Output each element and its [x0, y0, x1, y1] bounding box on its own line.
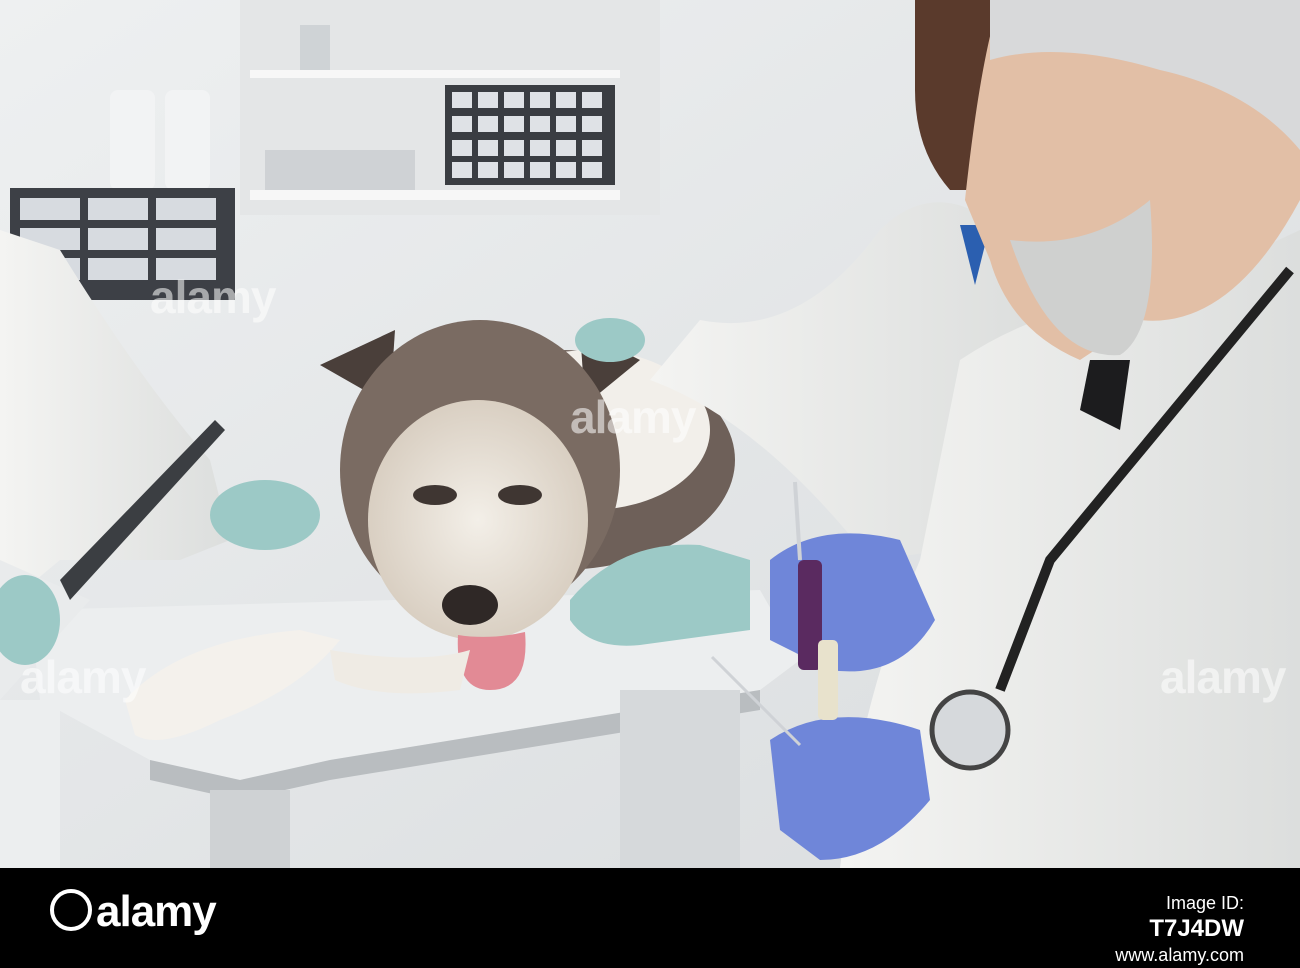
photo-illustration	[0, 0, 1300, 868]
stock-photo: alamy alamy alamy alamy	[0, 0, 1300, 868]
image-id-value: T7J4DW	[1149, 915, 1244, 942]
footer-bar: alamy Image ID: T7J4DW www.alamy.com	[0, 868, 1300, 965]
logo-text: alamy	[96, 887, 217, 936]
image-id-label: Image ID:	[1165, 893, 1244, 913]
alamy-logo-icon	[50, 889, 92, 932]
image-id-block: Image ID: T7J4DW www.alamy.com	[1115, 890, 1244, 968]
site-url: www.alamy.com	[1115, 945, 1244, 965]
alamy-logo: alamy	[50, 880, 217, 944]
